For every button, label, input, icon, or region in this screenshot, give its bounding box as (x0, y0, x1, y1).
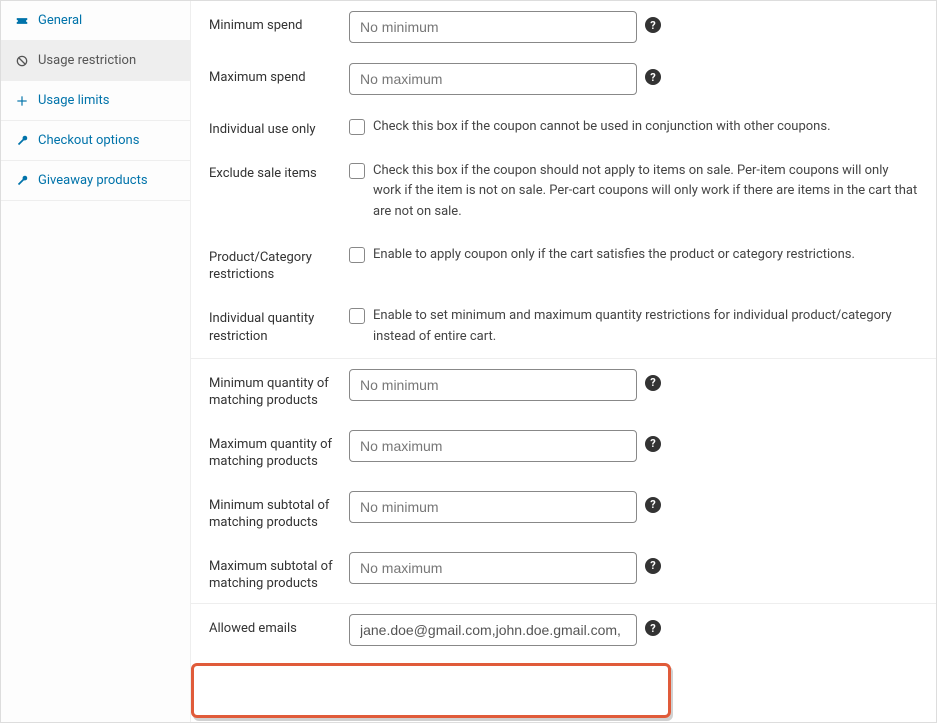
tab-label: General (38, 13, 82, 28)
help-icon[interactable]: ? (645, 17, 661, 33)
label-prod-cat-restrict: Product/Category restrictions (209, 243, 349, 284)
indiv-qty-restrict-checkbox[interactable] (349, 308, 365, 324)
label-allowed-emails: Allowed emails (209, 614, 349, 638)
sliders-icon (15, 94, 29, 108)
desc-prod-cat-restrict: Enable to apply coupon only if the cart … (373, 243, 918, 266)
tab-label: Checkout options (38, 133, 139, 148)
label-max-subtotal: Maximum subtotal of matching products (209, 552, 349, 593)
coupon-tabs: General Usage restriction Usage limits C… (1, 1, 191, 722)
help-icon[interactable]: ? (645, 436, 661, 452)
tab-label: Giveaway products (38, 173, 148, 188)
help-icon[interactable]: ? (645, 375, 661, 391)
usage-restriction-content: Minimum spend ? Maximum spend ? Individu… (191, 1, 936, 722)
tab-checkout-options[interactable]: Checkout options (1, 121, 190, 161)
desc-exclude-sale: Check this box if the coupon should not … (373, 159, 918, 223)
label-exclude-sale: Exclude sale items (209, 159, 349, 183)
ticket-icon (15, 14, 29, 28)
min-subtotal-input[interactable] (349, 491, 637, 523)
allowed-emails-input[interactable] (349, 614, 637, 646)
individual-use-checkbox[interactable] (349, 119, 365, 135)
wrench-icon (15, 134, 29, 148)
desc-individual-use: Check this box if the coupon cannot be u… (373, 115, 918, 138)
label-max-spend: Maximum spend (209, 63, 349, 87)
help-icon[interactable]: ? (645, 69, 661, 85)
min-qty-input[interactable] (349, 369, 637, 401)
coupon-data-panel: General Usage restriction Usage limits C… (0, 0, 937, 723)
help-icon[interactable]: ? (645, 558, 661, 574)
label-max-qty: Maximum quantity of matching products (209, 430, 349, 471)
max-spend-input[interactable] (349, 63, 637, 95)
tab-general[interactable]: General (1, 1, 190, 41)
max-subtotal-input[interactable] (349, 552, 637, 584)
tab-label: Usage restriction (38, 53, 136, 68)
max-qty-input[interactable] (349, 430, 637, 462)
tab-giveaway-products[interactable]: Giveaway products (1, 161, 190, 201)
min-spend-input[interactable] (349, 11, 637, 43)
prod-cat-restrict-checkbox[interactable] (349, 247, 365, 263)
label-min-subtotal: Minimum subtotal of matching products (209, 491, 349, 532)
help-icon[interactable]: ? (645, 620, 661, 636)
label-individual-use: Individual use only (209, 115, 349, 139)
help-icon[interactable]: ? (645, 497, 661, 513)
tab-label: Usage limits (38, 93, 109, 108)
wrench-icon (15, 174, 29, 188)
tab-usage-limits[interactable]: Usage limits (1, 81, 190, 121)
label-min-qty: Minimum quantity of matching products (209, 369, 349, 410)
tab-usage-restriction[interactable]: Usage restriction (1, 41, 190, 81)
desc-indiv-qty-restrict: Enable to set minimum and maximum quanti… (373, 304, 918, 348)
label-indiv-qty-restrict: Individual quantity restriction (209, 304, 349, 345)
label-min-spend: Minimum spend (209, 11, 349, 35)
ban-icon (15, 54, 29, 68)
exclude-sale-checkbox[interactable] (349, 163, 365, 179)
